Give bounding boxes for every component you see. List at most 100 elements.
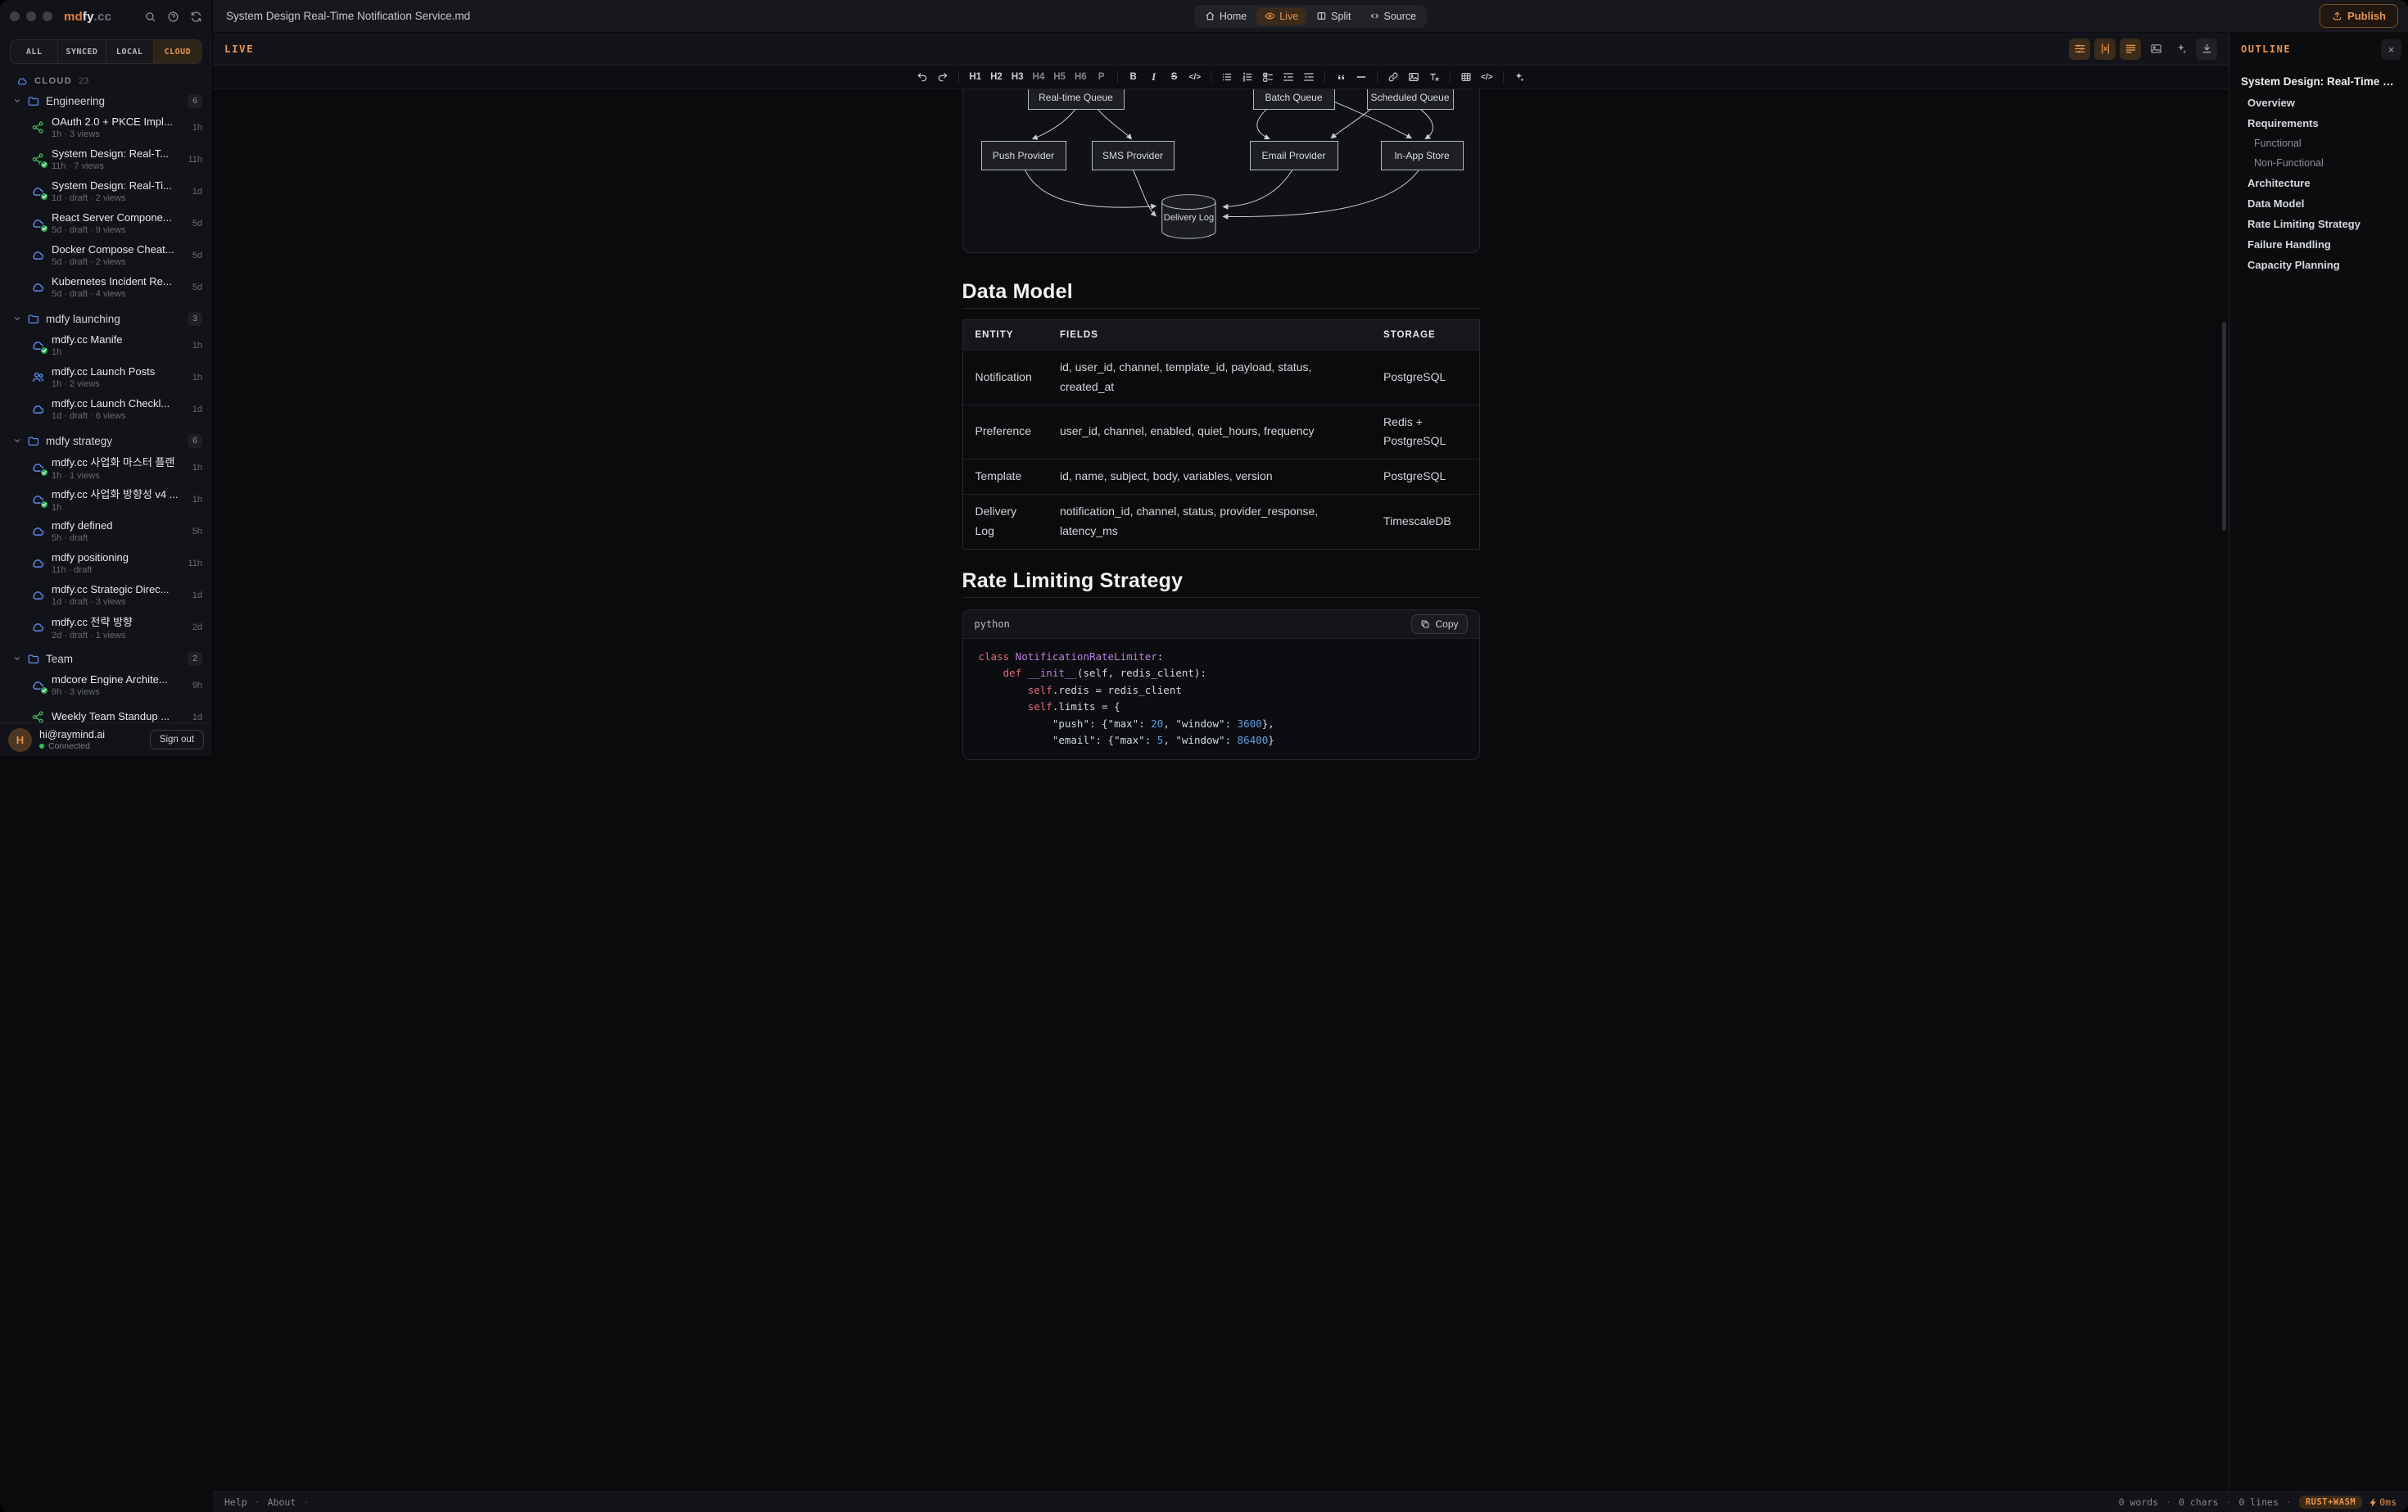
link-button[interactable]: [1384, 69, 1402, 86]
file-row[interactable]: mdfy defined 5h · draft 5h: [0, 515, 212, 547]
file-meta: 1d · draft · 3 views: [52, 597, 186, 607]
cloud-icon: [31, 524, 46, 539]
file-row[interactable]: Docker Compose Cheat... 5d · draft · 2 v…: [0, 239, 212, 271]
content-scrollbar[interactable]: [2222, 322, 2226, 531]
editor-width-toggle[interactable]: [2069, 38, 2090, 60]
paragraph-button[interactable]: P: [1093, 69, 1111, 86]
italic-button[interactable]: I: [1145, 69, 1163, 86]
search-icon[interactable]: [144, 11, 156, 23]
bullet-list-button[interactable]: [1218, 69, 1236, 86]
file-row[interactable]: mdfy.cc Manife 1h 1h: [0, 329, 212, 361]
outline-item[interactable]: Failure Handling: [2241, 238, 2397, 251]
data-table-body: Notification id, user_id, channel, templ…: [962, 351, 1479, 550]
outline-item[interactable]: Functional: [2241, 138, 2397, 149]
window-minimize-button[interactable]: [26, 11, 36, 21]
outdent-button[interactable]: [1300, 69, 1318, 86]
tab-synced[interactable]: SYNCED: [58, 40, 106, 63]
file-row[interactable]: mdfy.cc Launch Checkl... 1d · draft · 6 …: [0, 393, 212, 425]
outline-item[interactable]: Data Model: [2241, 197, 2397, 210]
code-line: "email": {"max": 5, "window": 86400}: [979, 732, 1464, 749]
blockquote-button[interactable]: [1332, 69, 1350, 86]
nav-live[interactable]: Live: [1256, 7, 1306, 25]
window-close-button[interactable]: [10, 11, 20, 21]
bold-button[interactable]: B: [1125, 69, 1143, 86]
file-row[interactable]: mdcore Engine Archite... 9h · 3 views 9h: [0, 669, 212, 701]
help-icon[interactable]: [167, 11, 179, 23]
nav-home[interactable]: Home: [1197, 7, 1255, 25]
indent-button[interactable]: [1279, 69, 1297, 86]
nav-split[interactable]: Split: [1308, 7, 1359, 25]
file-row[interactable]: Weekly Team Standup ... 1d: [0, 701, 212, 722]
outline-item[interactable]: Rate Limiting Strategy: [2241, 218, 2397, 230]
tab-cloud[interactable]: CLOUD: [154, 40, 201, 63]
sync-icon[interactable]: [190, 11, 202, 23]
heading4-button[interactable]: H4: [1030, 69, 1048, 86]
tab-all[interactable]: ALL: [11, 40, 58, 63]
heading3-button[interactable]: H3: [1008, 69, 1027, 86]
insert-image-button[interactable]: [1405, 69, 1423, 86]
undo-button[interactable]: [913, 69, 931, 86]
folder-icon: [27, 313, 39, 325]
heading5-button[interactable]: H5: [1050, 69, 1069, 86]
file-row[interactable]: mdfy.cc Launch Posts 1h · 2 views 1h: [0, 361, 212, 393]
file-row[interactable]: OAuth 2.0 + PKCE Impl... 1h · 3 views 1h: [0, 111, 212, 143]
outline-item[interactable]: Requirements: [2241, 117, 2397, 129]
window-zoom-button[interactable]: [43, 11, 52, 21]
copy-code-button[interactable]: Copy: [1411, 614, 1467, 634]
ai-assist-button[interactable]: [2170, 38, 2192, 60]
redo-icon: [937, 71, 948, 83]
letter-spacing-toggle[interactable]: [2094, 38, 2116, 60]
about-link[interactable]: About: [268, 1496, 296, 1508]
download-button[interactable]: [2196, 38, 2217, 60]
window-controls[interactable]: [10, 11, 52, 21]
cell-storage: TimescaleDB: [1371, 494, 1479, 549]
tab-local[interactable]: LOCAL: [106, 40, 154, 63]
strikethrough-button[interactable]: S: [1166, 69, 1184, 86]
file-time: 1d: [192, 405, 202, 414]
folder-row[interactable]: mdfy strategy 6: [0, 430, 212, 451]
file-row[interactable]: mdfy.cc 사업화 마스터 플랜 1h · 1 views 1h: [0, 451, 212, 483]
file-row[interactable]: mdfy.cc Strategic Direc... 1d · draft · …: [0, 579, 212, 611]
file-row[interactable]: mdfy.cc 전략 방향 2d · draft · 1 views 2d: [0, 611, 212, 643]
code-block-button[interactable]: </>: [1478, 69, 1496, 86]
close-icon[interactable]: ×: [2381, 39, 2401, 60]
file-row[interactable]: Kubernetes Incident Re... 5d · draft · 4…: [0, 271, 212, 303]
insert-table-button[interactable]: [1457, 69, 1475, 86]
file-row[interactable]: mdfy.cc 사업화 방향성 v4 ... 1h 1h: [0, 483, 212, 515]
outline-item[interactable]: System Design: Real-Time N...: [2241, 75, 2397, 88]
file-title: React Server Compone...: [52, 211, 186, 224]
line-count: 0 lines: [2238, 1496, 2278, 1508]
nav-source[interactable]: Source: [1361, 7, 1425, 25]
image-view-button[interactable]: [2145, 38, 2166, 60]
ordered-list-button[interactable]: [1238, 69, 1256, 86]
outline-item[interactable]: Architecture: [2241, 177, 2397, 189]
file-row[interactable]: System Design: Real-Ti... 1d · draft · 2…: [0, 175, 212, 207]
file-row[interactable]: mdfy positioning 11h · draft 11h: [0, 547, 212, 579]
horizontal-rule-button[interactable]: [1352, 69, 1370, 86]
file-list[interactable]: Engineering 6 OAuth 2.0 + PKCE Impl... 1…: [0, 90, 212, 722]
inline-code-button[interactable]: </>: [1186, 69, 1204, 86]
redo-button[interactable]: [934, 69, 952, 86]
task-list-button[interactable]: [1259, 69, 1277, 86]
folder-row[interactable]: Team 2: [0, 648, 212, 669]
line-width-toggle[interactable]: [2120, 38, 2141, 60]
folder-row[interactable]: mdfy launching 3: [0, 308, 212, 329]
folder-row[interactable]: Engineering 6: [0, 90, 212, 111]
heading2-button[interactable]: H2: [987, 69, 1006, 86]
heading6-button[interactable]: H6: [1071, 69, 1090, 86]
ai-sparkle-button[interactable]: [1510, 69, 1528, 86]
outline-item[interactable]: Capacity Planning: [2241, 259, 2397, 271]
outline-item[interactable]: Overview: [2241, 97, 2397, 109]
outline-item[interactable]: Non-Functional: [2241, 157, 2397, 169]
clear-format-button[interactable]: [1425, 69, 1443, 86]
file-title: mdfy.cc Launch Checkl...: [52, 397, 186, 410]
heading1-button[interactable]: H1: [966, 69, 984, 86]
code-content[interactable]: class NotificationRateLimiter: def __ini…: [963, 639, 1479, 759]
file-title: mdcore Engine Archite...: [52, 673, 186, 686]
preview-pane[interactable]: Real-time Queue Batch Queue Scheduled Qu…: [213, 89, 2229, 1492]
publish-button[interactable]: Publish: [2320, 4, 2398, 28]
sign-out-button[interactable]: Sign out: [150, 730, 204, 749]
help-link[interactable]: Help: [224, 1496, 247, 1508]
file-row[interactable]: System Design: Real-T... 11h · 7 views 1…: [0, 143, 212, 175]
file-row[interactable]: React Server Compone... 5d · draft · 9 v…: [0, 207, 212, 239]
